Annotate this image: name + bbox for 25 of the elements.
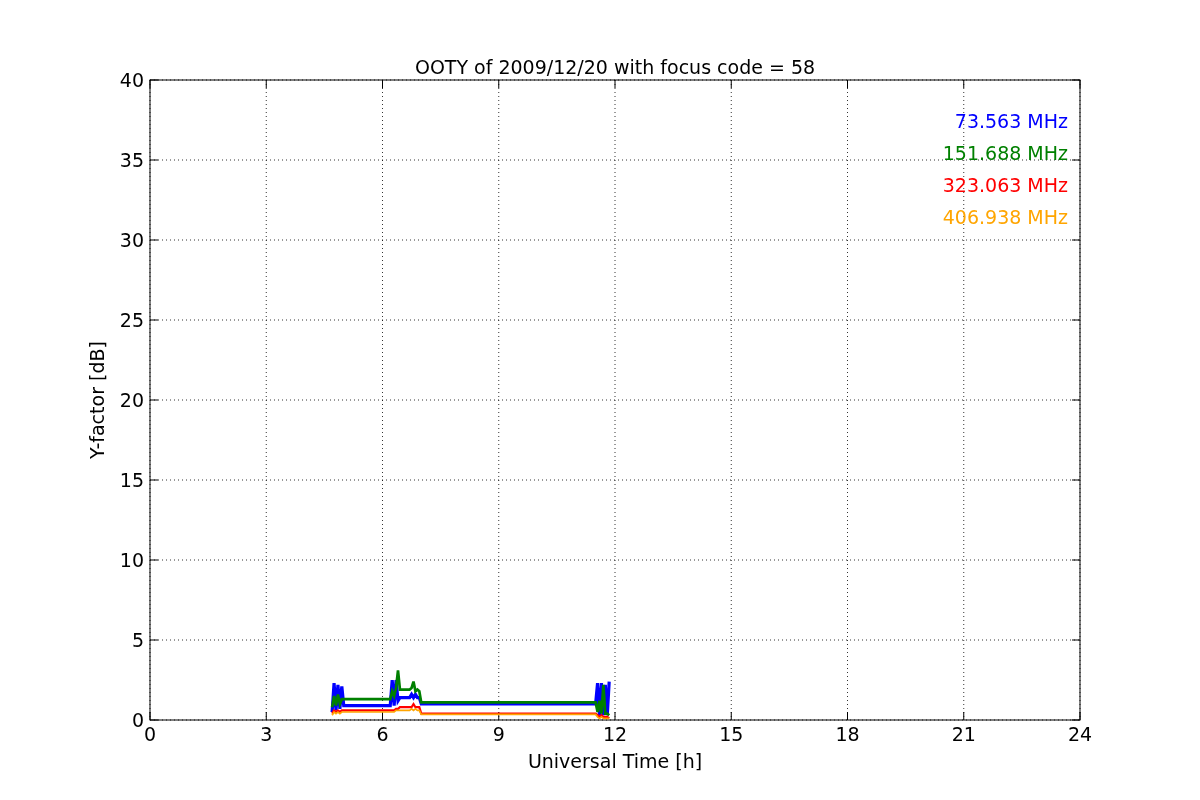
y-tick-label: 5 [131, 629, 144, 651]
y-tick-label: 30 [119, 229, 144, 251]
x-tick-label: 24 [1067, 723, 1093, 745]
legend-label: 73.563 MHz [954, 110, 1068, 132]
x-tick-label: 3 [260, 723, 273, 745]
x-tick-label: 15 [719, 723, 744, 745]
y-tick-label: 10 [119, 549, 144, 571]
y-tick-label: 40 [119, 69, 144, 91]
legend-label: 323.063 MHz [942, 174, 1068, 196]
y-tick-label: 35 [119, 149, 144, 171]
x-tick-label: 21 [951, 723, 976, 745]
y-tick-label: 20 [119, 389, 144, 411]
y-tick-label: 0 [131, 709, 144, 731]
legend-label: 151.688 MHz [942, 142, 1068, 164]
x-tick-label: 9 [492, 723, 505, 745]
y-axis-label: Y-factor [dB] [86, 341, 108, 459]
x-tick-label: 18 [835, 723, 860, 745]
x-axis-label: Universal Time [h] [527, 750, 703, 772]
x-tick-label: 6 [376, 723, 389, 745]
y-tick-label: 25 [119, 309, 144, 331]
chart-title: OOTY of 2009/12/20 with focus code = 58 [414, 56, 816, 78]
legend-label: 406.938 MHz [942, 206, 1068, 228]
x-tick-label: 12 [602, 723, 628, 745]
x-tick-label: 0 [143, 723, 157, 745]
y-tick-label: 15 [119, 469, 144, 491]
